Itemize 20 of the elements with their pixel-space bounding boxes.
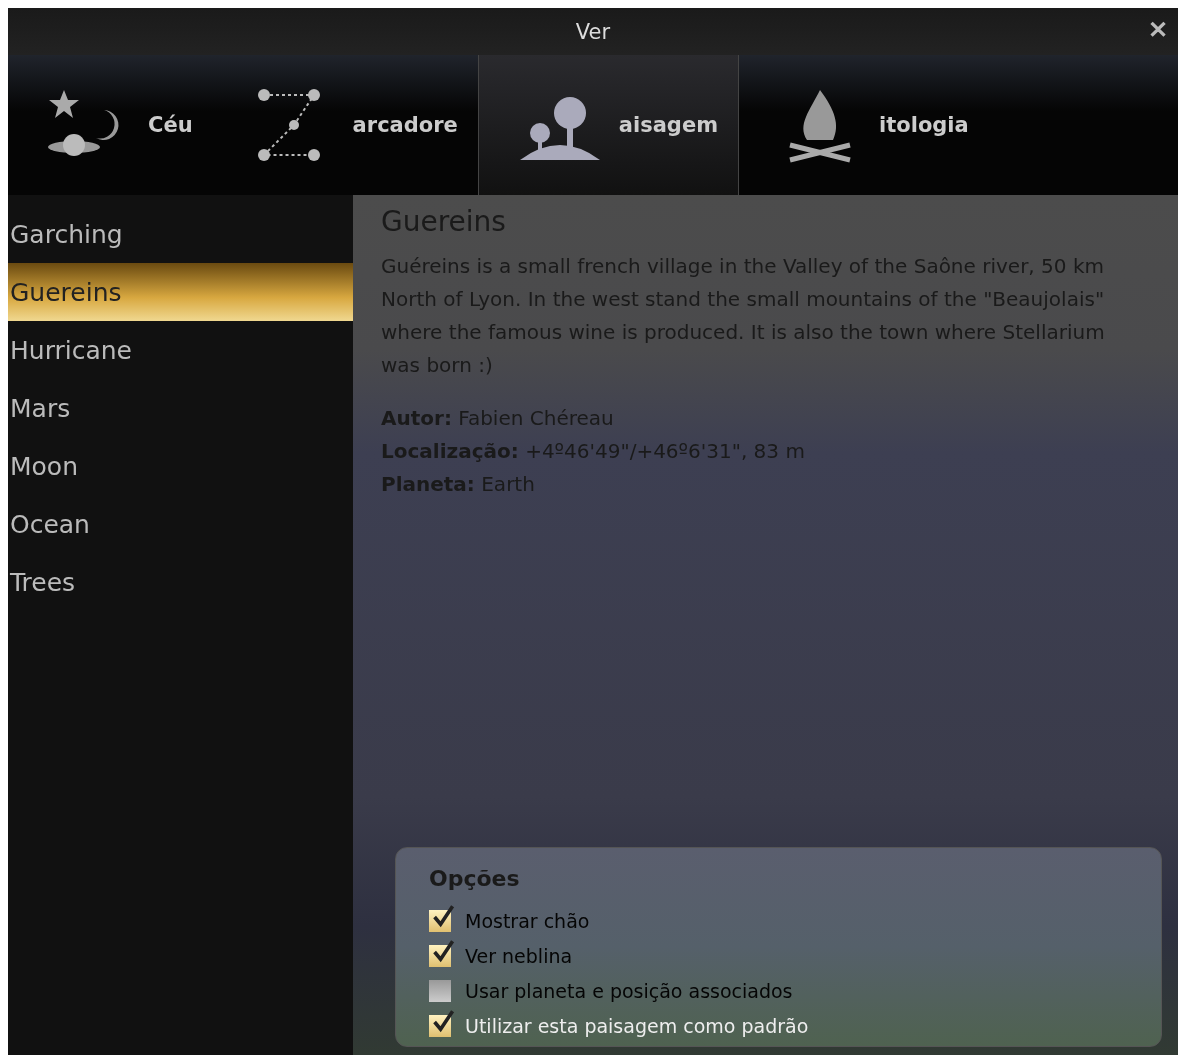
tab[interactable]: itologia bbox=[739, 55, 989, 195]
option-label: Utilizar esta paisagem como padrão bbox=[465, 1014, 809, 1037]
landscape-item[interactable]: Moon bbox=[8, 437, 353, 495]
info-line: Localização: +4º46'49"/+46º6'31", 83 m bbox=[381, 438, 806, 465]
landscape-item[interactable]: Guereins bbox=[8, 263, 353, 321]
landscape-item[interactable]: Garching bbox=[8, 205, 353, 263]
checkbox[interactable] bbox=[429, 979, 451, 1002]
landscape-item[interactable]: Ocean bbox=[8, 495, 353, 553]
landscape-item[interactable]: Mars bbox=[8, 379, 353, 437]
close-button[interactable]: ✕ bbox=[1144, 16, 1172, 44]
landscape-item[interactable]: Hurricane bbox=[8, 321, 353, 379]
option-label: Usar planeta e posição associados bbox=[465, 979, 793, 1002]
tab[interactable]: aisagem bbox=[478, 55, 740, 195]
window-title: Ver bbox=[575, 19, 611, 44]
option-label: Ver neblina bbox=[465, 944, 573, 967]
options-title: Opções bbox=[429, 866, 521, 891]
info-line: Planeta: Earth bbox=[381, 471, 536, 498]
tab[interactable]: Céu bbox=[8, 55, 213, 195]
landscape-item[interactable]: Trees bbox=[8, 553, 353, 611]
option-label: Mostrar chão bbox=[465, 909, 590, 932]
